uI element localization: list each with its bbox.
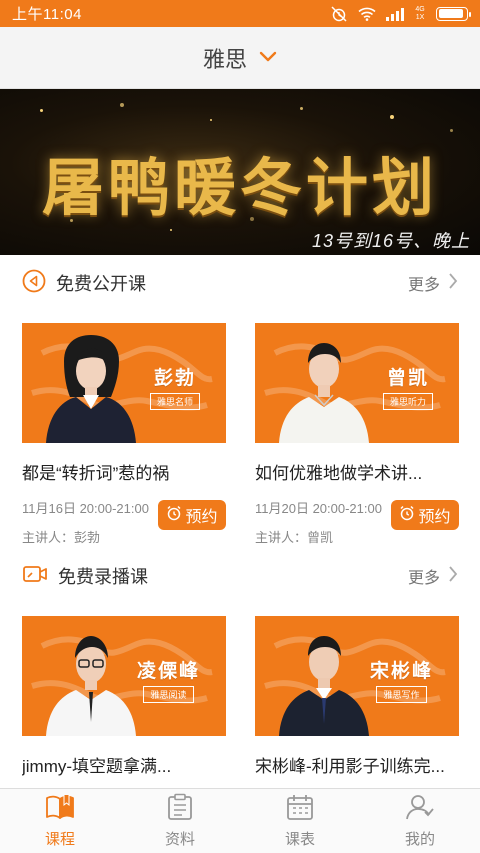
alarm-clock-icon — [166, 505, 182, 526]
nav-label: 课程 — [44, 831, 75, 848]
nav-label: 我的 — [404, 831, 435, 848]
status-icons: 4G 1X — [330, 5, 471, 22]
calendar-icon — [285, 793, 315, 826]
section-title: 免费录播课 — [58, 567, 148, 587]
nav-item-materials[interactable]: 资料 — [120, 789, 240, 853]
book-button[interactable]: 预约 — [158, 500, 226, 530]
course-content: 免费公开课 更多 彭勃 雅思名师 都是“转折词”惹的祸 11月16日 20:00… — [0, 255, 480, 788]
book-label: 预约 — [418, 509, 451, 526]
signal-icon — [386, 7, 404, 21]
course-title: 都是“转折词”惹的祸 — [22, 464, 170, 483]
banner-subtitle: 13号到16号、晚上 — [311, 231, 470, 251]
teacher-role: 雅思写作 — [376, 686, 427, 703]
nav-item-courses[interactable]: 课程 — [0, 789, 120, 853]
teacher-name: 曾凯 — [386, 368, 429, 389]
bottom-nav: 课程 资料 课表 我的 — [0, 788, 480, 853]
course-title: 如何优雅地做学术讲... — [255, 464, 423, 483]
banner-sparkle — [40, 109, 43, 112]
status-time: 上午11:04 — [12, 6, 82, 23]
nav-label: 资料 — [164, 831, 195, 848]
teacher-name-tag: 凌傈峰 雅思阅读 — [137, 656, 200, 703]
teacher-name: 彭勃 — [153, 368, 196, 389]
wifi-icon — [358, 7, 376, 21]
book-button[interactable]: 预约 — [391, 500, 459, 530]
recorded-class-list: 凌傈峰 雅思阅读 jimmy-填空题拿满... 宋彬峰 雅思写作 宋彬峰-利用影… — [0, 604, 480, 777]
clipboard-icon — [165, 793, 195, 826]
chevron-right-icon — [448, 565, 458, 588]
app-screen: 上午11:04 4G 1X 雅思 屠鸭暖冬计划 13号到16号、晚上 免费公开课… — [0, 0, 480, 853]
open-class-list: 彭勃 雅思名师 都是“转折词”惹的祸 11月16日 20:00-21:00 主讲… — [0, 311, 480, 545]
teacher-photo — [279, 343, 369, 443]
banner-sparkle — [300, 107, 303, 110]
teacher-role: 雅思听力 — [382, 393, 433, 410]
book-icon — [45, 793, 75, 826]
course-card[interactable]: 曾凯 雅思听力 如何优雅地做学术讲... 11月20日 20:00-21:00 … — [255, 323, 459, 545]
alarm-mute-icon — [330, 5, 348, 22]
promo-banner[interactable]: 屠鸭暖冬计划 13号到16号、晚上 — [0, 89, 480, 255]
course-card[interactable]: 彭勃 雅思名师 都是“转折词”惹的祸 11月16日 20:00-21:00 主讲… — [22, 323, 226, 545]
teacher-photo — [46, 636, 136, 736]
banner-sparkle — [210, 119, 212, 121]
exam-selector-title[interactable]: 雅思 — [203, 42, 247, 74]
chevron-right-icon — [448, 272, 458, 295]
course-thumbnail: 宋彬峰 雅思写作 — [255, 616, 459, 736]
teacher-role: 雅思名师 — [149, 393, 200, 410]
course-thumbnail: 彭勃 雅思名师 — [22, 323, 226, 443]
status-bar: 上午11:04 4G 1X — [0, 0, 480, 27]
more-label: 更多 — [407, 570, 440, 587]
course-card[interactable]: 凌傈峰 雅思阅读 jimmy-填空题拿满... — [22, 616, 226, 777]
teacher-name-tag: 彭勃 雅思名师 — [149, 363, 200, 410]
teacher-name-tag: 曾凯 雅思听力 — [382, 363, 433, 410]
course-thumbnail: 凌傈峰 雅思阅读 — [22, 616, 226, 736]
course-title: 宋彬峰-利用影子训练完... — [255, 757, 445, 776]
more-label: 更多 — [407, 277, 440, 294]
alarm-clock-icon — [399, 505, 415, 526]
chevron-down-icon[interactable] — [259, 49, 277, 67]
banner-title: 屠鸭暖冬计划 — [41, 151, 438, 224]
book-label: 预约 — [185, 509, 218, 526]
course-card[interactable]: 宋彬峰 雅思写作 宋彬峰-利用影子训练完... — [255, 616, 459, 777]
banner-sparkle — [120, 103, 124, 107]
network-label: 4G 1X — [415, 5, 425, 21]
banner-sparkle — [170, 229, 172, 231]
course-meta: 11月20日 20:00-21:00 主讲人：曾凯 预约 — [255, 498, 459, 545]
user-icon — [405, 793, 435, 826]
nav-label: 课表 — [284, 831, 315, 848]
section-free-recorded-class-header: 免费录播课 更多 — [0, 548, 480, 604]
teacher-photo — [46, 335, 136, 443]
more-link[interactable]: 更多 — [408, 271, 458, 295]
banner-sparkle — [390, 115, 394, 119]
banner-sparkle — [450, 129, 453, 132]
course-meta: 11月16日 20:00-21:00 主讲人：彭勃 预约 — [22, 498, 226, 545]
battery-icon — [436, 6, 471, 21]
battery-level — [438, 9, 463, 18]
more-link[interactable]: 更多 — [408, 564, 458, 588]
course-thumbnail: 曾凯 雅思听力 — [255, 323, 459, 443]
nav-item-profile[interactable]: 我的 — [360, 789, 480, 853]
app-header: 雅思 — [0, 27, 480, 89]
teacher-name-tag: 宋彬峰 雅思写作 — [370, 656, 433, 703]
video-camera-icon — [22, 563, 48, 590]
play-circle-icon — [22, 269, 46, 298]
teacher-name: 宋彬峰 — [369, 661, 433, 682]
teacher-name: 凌傈峰 — [136, 661, 200, 682]
section-free-open-class-header: 免费公开课 更多 — [0, 255, 480, 311]
nav-item-schedule[interactable]: 课表 — [240, 789, 360, 853]
teacher-role: 雅思阅读 — [143, 686, 194, 703]
course-title: jimmy-填空题拿满... — [22, 757, 172, 776]
teacher-photo — [279, 636, 369, 736]
section-title: 免费公开课 — [56, 274, 146, 294]
